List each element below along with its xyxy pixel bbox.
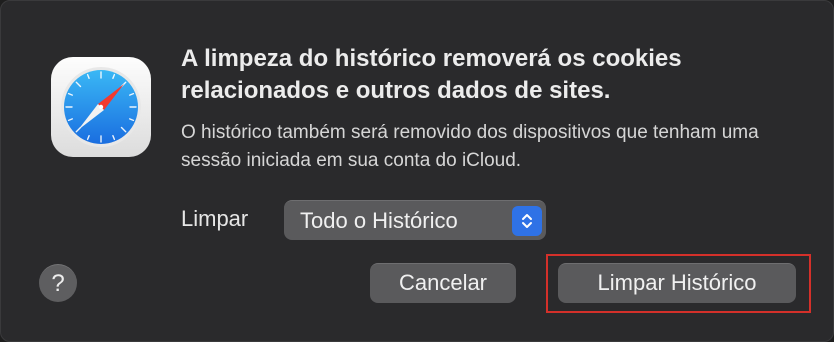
clear-range-selected-value: Todo o Histórico [300,207,458,233]
clear-range-select[interactable]: Todo o Histórico [284,200,546,240]
dialog-title: A limpeza do histórico removerá os cooki… [181,45,682,104]
dialog-message: O histórico também será removido dos dis… [181,122,759,171]
safari-compass-icon [49,55,153,159]
clear-range-label: Limpar [181,206,249,231]
clear-history-dialog: A limpeza do histórico removerá os cooki… [0,0,834,342]
cancel-button[interactable]: Cancelar [370,263,516,303]
help-button[interactable]: ? [39,264,77,302]
chevron-up-down-icon [512,205,542,236]
clear-history-button[interactable]: Limpar Histórico [558,263,796,303]
